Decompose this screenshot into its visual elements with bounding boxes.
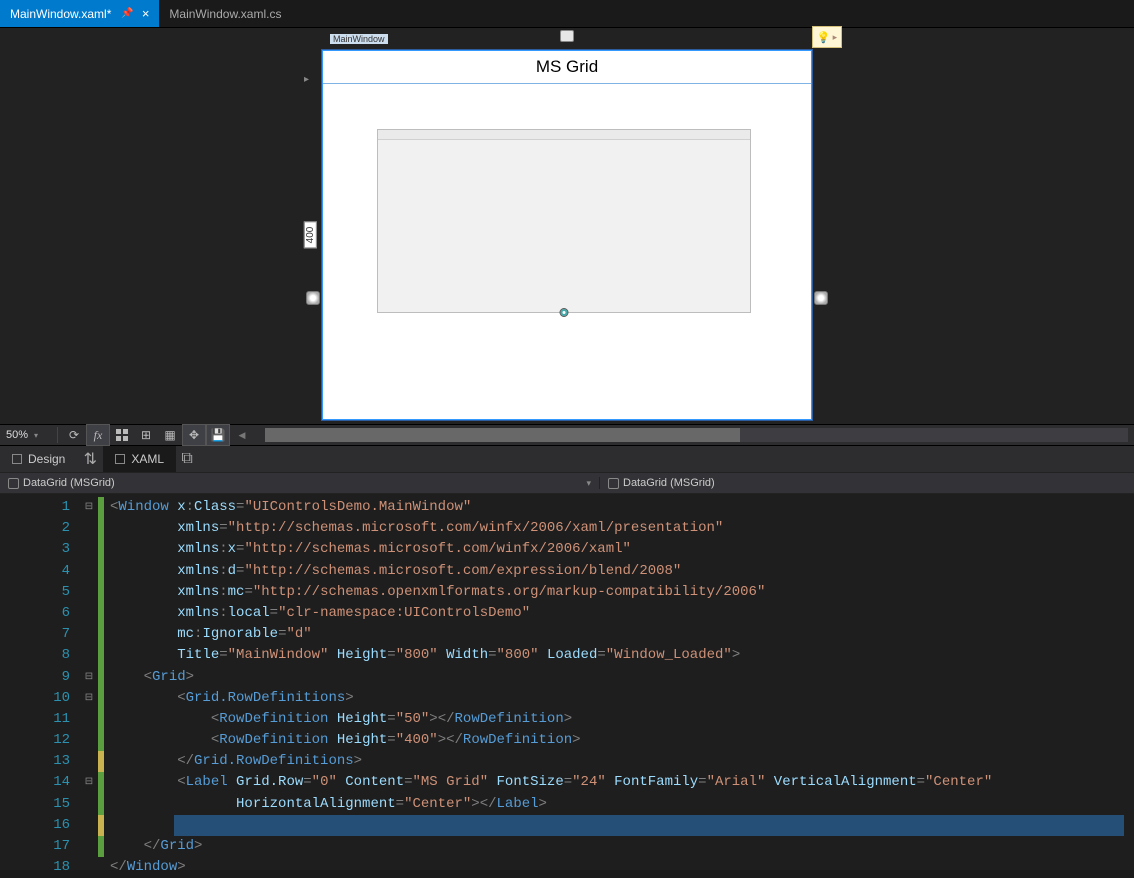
xaml-designer[interactable]: MainWindow ▸ 💡▸ MS Grid 400 [0, 28, 1134, 424]
datagrid-preview[interactable] [377, 129, 751, 313]
snap2-icon[interactable]: ▦ [159, 425, 181, 445]
design-icon [12, 454, 22, 464]
save-icon[interactable]: 💾 [207, 425, 229, 445]
row-height-tag[interactable]: 400 [304, 222, 317, 249]
chevron-down-icon[interactable]: ▾ [586, 478, 591, 489]
xaml-icon [115, 454, 125, 464]
popout-icon[interactable]: ⧉ [176, 446, 198, 472]
pane-tab-strip: Design ⇅ XAML ⧉ [0, 446, 1134, 472]
element-icon [608, 478, 619, 489]
selection-handle-icon[interactable] [560, 308, 569, 317]
breadcrumb-scope[interactable]: DataGrid (MSGrid) ▾ [0, 477, 600, 489]
margin-handle-right-icon[interactable] [814, 291, 828, 305]
margin-handle-left-icon[interactable] [306, 291, 320, 305]
horizontal-scrollbar[interactable] [265, 428, 1128, 442]
element-icon [8, 478, 19, 489]
move-icon[interactable]: ✥ [183, 425, 205, 445]
designer-toolbar: 50%▾ ⟳ fx ⊞ ▦ ✥ 💾 ◀ [0, 424, 1134, 446]
zoom-selector[interactable]: 50%▾ [6, 429, 52, 441]
left-arrow-icon: ▸ [304, 74, 309, 85]
breadcrumb-member[interactable]: DataGrid (MSGrid) [600, 477, 723, 489]
tab-mainwindow-xaml-cs[interactable]: MainWindow.xaml.cs [159, 0, 291, 27]
element-tag-label: MainWindow [330, 34, 388, 44]
tab-design[interactable]: Design [0, 446, 77, 472]
label-msgrid: MS Grid [323, 51, 811, 84]
tab-mainwindow-xaml[interactable]: MainWindow.xaml* 📌 × [0, 0, 159, 27]
xaml-editor[interactable]: 123456789101112131415161718 ⊟⊟⊟⊟ <Window… [0, 494, 1134, 870]
refresh-icon[interactable]: ⟳ [63, 425, 85, 445]
datagrid-header [378, 130, 750, 140]
tab-label: MainWindow.xaml* [10, 7, 111, 21]
snap-icon[interactable]: ⊞ [135, 425, 157, 445]
lightbulb-icon[interactable]: 💡▸ [812, 26, 842, 48]
swap-panes-icon[interactable]: ⇅ [77, 446, 103, 472]
tab-xaml[interactable]: XAML [103, 446, 176, 472]
design-canvas[interactable]: MS Grid 400 [322, 50, 812, 420]
pin-icon[interactable]: 📌 [121, 8, 133, 19]
scroll-left-icon[interactable]: ◀ [231, 425, 253, 445]
close-icon[interactable]: × [142, 6, 150, 21]
breadcrumb-bar: DataGrid (MSGrid) ▾ DataGrid (MSGrid) [0, 472, 1134, 494]
top-handle-icon[interactable] [560, 30, 574, 42]
fold-margin[interactable]: ⊟⊟⊟⊟ [80, 494, 98, 870]
line-numbers: 123456789101112131415161718 [0, 494, 80, 870]
code-area[interactable]: <Window x:Class="UIControlsDemo.MainWind… [104, 494, 1134, 870]
tab-label: MainWindow.xaml.cs [169, 7, 281, 21]
grid-icon[interactable] [111, 425, 133, 445]
fx-icon[interactable]: fx [87, 425, 109, 445]
document-tabs: MainWindow.xaml* 📌 × MainWindow.xaml.cs [0, 0, 1134, 28]
